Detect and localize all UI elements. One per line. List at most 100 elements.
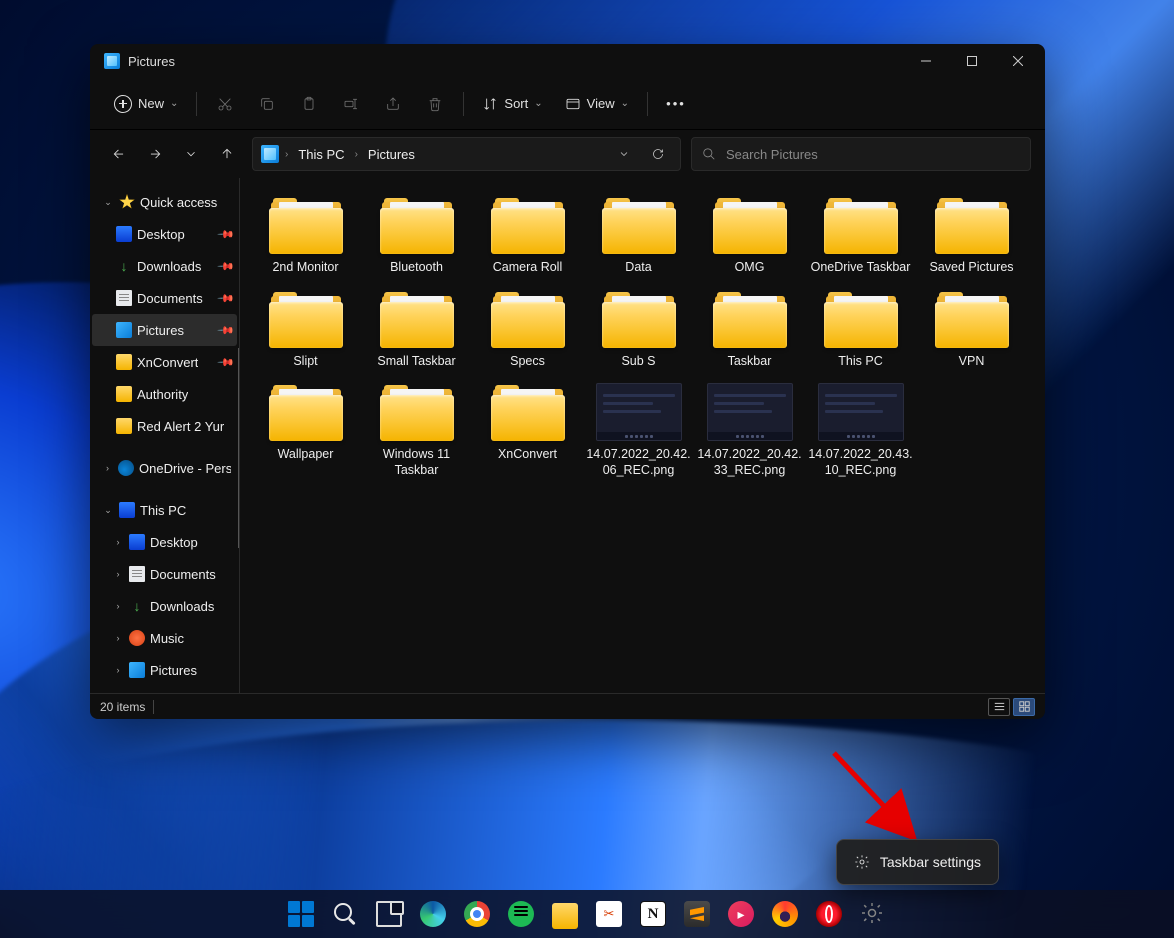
folder-item[interactable]: Saved Pictures <box>916 192 1027 282</box>
search-input[interactable] <box>726 147 1020 162</box>
close-button[interactable] <box>995 44 1041 78</box>
more-button[interactable]: ••• <box>656 86 696 122</box>
sidebar-tp-desktop[interactable]: › Desktop <box>92 526 237 558</box>
minimize-button[interactable] <box>903 44 949 78</box>
start-button[interactable] <box>280 893 322 935</box>
details-view-button[interactable] <box>988 698 1010 716</box>
folder-item[interactable]: OMG <box>694 192 805 282</box>
breadcrumb-pictures[interactable]: Pictures <box>364 145 419 164</box>
search-box[interactable] <box>691 137 1031 171</box>
paste-button[interactable] <box>289 86 329 122</box>
items-view[interactable]: 2nd MonitorBluetoothCamera RollDataOMGOn… <box>240 178 1045 693</box>
folder-item[interactable]: This PC <box>805 286 916 376</box>
folder-icon <box>116 386 132 402</box>
refresh-button[interactable] <box>644 140 672 168</box>
cut-button[interactable] <box>205 86 245 122</box>
maximize-button[interactable] <box>949 44 995 78</box>
windows-icon <box>288 901 314 927</box>
taskbar[interactable] <box>0 890 1174 938</box>
sidebar-onedrive[interactable]: › OneDrive - Perso <box>92 452 237 484</box>
sidebar-redalert[interactable]: Red Alert 2 Yur <box>92 410 237 442</box>
chevron-down-icon: ⌄ <box>102 505 114 516</box>
item-label: Small Taskbar <box>377 354 455 370</box>
folder-item[interactable]: Specs <box>472 286 583 376</box>
snipping-tool-icon <box>596 901 622 927</box>
rename-button[interactable] <box>331 86 371 122</box>
sort-button[interactable]: Sort ⌄ <box>472 86 552 122</box>
taskbar-opera[interactable] <box>808 893 850 935</box>
forward-button[interactable] <box>140 139 170 169</box>
folder-item[interactable]: Bluetooth <box>361 192 472 282</box>
taskbar-sublime[interactable] <box>676 893 718 935</box>
folder-item[interactable]: Small Taskbar <box>361 286 472 376</box>
folder-item[interactable]: OneDrive Taskbar <box>805 192 916 282</box>
item-label: Slipt <box>293 354 317 370</box>
chevron-right-icon: › <box>102 463 113 473</box>
address-dropdown-button[interactable] <box>610 140 638 168</box>
new-button[interactable]: New ⌄ <box>104 86 188 122</box>
folder-icon <box>380 383 454 441</box>
folder-item[interactable]: XnConvert <box>472 379 583 484</box>
status-bar: 20 items <box>90 693 1045 719</box>
delete-button[interactable] <box>415 86 455 122</box>
folder-item[interactable]: 2nd Monitor <box>250 192 361 282</box>
desktop-icon <box>129 534 145 550</box>
chevron-right-icon: › <box>112 633 124 643</box>
sidebar-tp-music[interactable]: › Music <box>92 622 237 654</box>
sidebar-tp-downloads[interactable]: › Downloads <box>92 590 237 622</box>
sort-icon <box>482 96 498 112</box>
taskbar-snip[interactable] <box>588 893 630 935</box>
folder-item[interactable]: VPN <box>916 286 1027 376</box>
folder-icon <box>491 196 565 254</box>
taskbar-spotify[interactable] <box>500 893 542 935</box>
taskbar-firefox[interactable] <box>764 893 806 935</box>
taskbar-settings[interactable] <box>852 893 894 935</box>
folder-item[interactable]: Camera Roll <box>472 192 583 282</box>
folder-item[interactable]: Windows 11 Taskbar <box>361 379 472 484</box>
copy-button[interactable] <box>247 86 287 122</box>
image-file-item[interactable]: 14.07.2022_20.42.33_REC.png <box>694 379 805 484</box>
back-button[interactable] <box>104 139 134 169</box>
breadcrumb-this-pc[interactable]: This PC <box>294 145 348 164</box>
chrome-icon <box>464 901 490 927</box>
pictures-app-icon <box>104 53 120 69</box>
task-view-button[interactable] <box>368 893 410 935</box>
folder-icon <box>491 383 565 441</box>
sidebar-xnconvert[interactable]: XnConvert 📌 <box>92 346 237 378</box>
taskbar-settings-item[interactable]: Taskbar settings <box>842 845 993 879</box>
folder-item[interactable]: Data <box>583 192 694 282</box>
thumbnails-view-button[interactable] <box>1013 698 1035 716</box>
sort-label: Sort <box>504 96 528 111</box>
pictures-icon <box>116 322 132 338</box>
sidebar-tp-documents[interactable]: › Documents <box>92 558 237 590</box>
share-button[interactable] <box>373 86 413 122</box>
sidebar-quick-access[interactable]: ⌄ Quick access <box>92 186 237 218</box>
folder-item[interactable]: Sub S <box>583 286 694 376</box>
sidebar-downloads[interactable]: Downloads 📌 <box>92 250 237 282</box>
image-file-item[interactable]: 14.07.2022_20.43.10_REC.png <box>805 379 916 484</box>
address-bar[interactable]: › This PC › Pictures <box>252 137 681 171</box>
folder-item[interactable]: Wallpaper <box>250 379 361 484</box>
taskbar-search-button[interactable] <box>324 893 366 935</box>
titlebar[interactable]: Pictures <box>90 44 1045 78</box>
taskbar-anydesk[interactable] <box>720 893 762 935</box>
folder-item[interactable]: Slipt <box>250 286 361 376</box>
taskbar-notion[interactable] <box>632 893 674 935</box>
sidebar-desktop[interactable]: Desktop 📌 <box>92 218 237 250</box>
sidebar-this-pc[interactable]: ⌄ This PC <box>92 494 237 526</box>
sidebar-tp-pictures[interactable]: › Pictures <box>92 654 237 686</box>
taskbar-edge[interactable] <box>412 893 454 935</box>
up-button[interactable] <box>212 139 242 169</box>
chevron-down-icon: ⌄ <box>621 98 629 109</box>
taskbar-chrome[interactable] <box>456 893 498 935</box>
folder-icon <box>935 290 1009 348</box>
recent-button[interactable] <box>176 139 206 169</box>
navigation-row: › This PC › Pictures <box>90 130 1045 178</box>
sidebar-documents[interactable]: Documents 📌 <box>92 282 237 314</box>
taskbar-explorer[interactable] <box>544 893 586 935</box>
sidebar-authority[interactable]: Authority <box>92 378 237 410</box>
sidebar-pictures[interactable]: Pictures 📌 <box>92 314 237 346</box>
view-button[interactable]: View ⌄ <box>555 86 639 122</box>
image-file-item[interactable]: 14.07.2022_20.42.06_REC.png <box>583 379 694 484</box>
folder-item[interactable]: Taskbar <box>694 286 805 376</box>
